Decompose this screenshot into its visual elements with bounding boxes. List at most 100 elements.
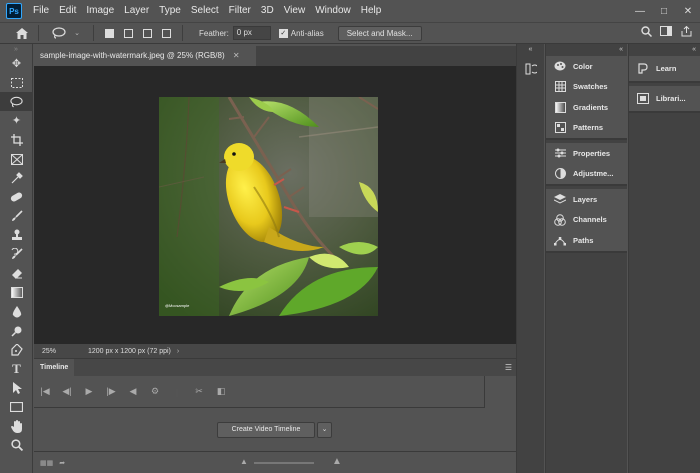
menu-select[interactable]: Select (186, 0, 224, 22)
chevron-down-icon[interactable]: ⌄ (317, 422, 332, 438)
collapse-icon[interactable]: « (546, 44, 627, 56)
panel-swatches[interactable]: Swatches (546, 77, 627, 98)
zoom-slider[interactable] (254, 462, 314, 464)
adjustments-icon (552, 168, 568, 180)
search-icon[interactable] (636, 26, 656, 37)
split-icon[interactable]: ✂ (188, 386, 210, 397)
panel-learn[interactable]: Learn (629, 56, 700, 81)
new-selection-icon[interactable] (105, 28, 114, 38)
document-tab-title: sample-image-with-watermark.jpeg @ 25% (… (40, 51, 225, 60)
anti-alias-checkbox[interactable]: ✓ (278, 28, 288, 38)
frames-icon[interactable]: ▦▦ (40, 459, 53, 467)
brush-icon[interactable] (0, 207, 33, 226)
dodge-icon[interactable] (0, 321, 33, 340)
audio-icon[interactable]: ◀ (122, 386, 144, 397)
channels-icon (552, 213, 568, 226)
menu-edit[interactable]: Edit (54, 0, 81, 22)
subtract-selection-icon[interactable] (143, 28, 152, 38)
intersect-selection-icon[interactable] (162, 28, 171, 38)
zoom-in-icon[interactable]: ▲ (332, 456, 342, 467)
timeline-footer: ▦▦ ➦ ▲ ▲ (34, 451, 516, 473)
chevron-down-icon[interactable]: ⌄ (69, 25, 85, 41)
color-palette-icon (552, 61, 568, 71)
panel-dock-main: « Color Swatches Gradients Patterns Prop… (545, 44, 627, 473)
collapsed-dock: « (516, 44, 544, 473)
previous-frame-icon[interactable]: ◀| (56, 386, 78, 397)
maximize-icon[interactable]: □ (652, 0, 676, 22)
add-selection-icon[interactable] (124, 28, 133, 38)
play-icon[interactable]: ▶ (78, 386, 100, 397)
transition-icon[interactable]: ◧ (210, 386, 232, 397)
panel-properties[interactable]: Properties (546, 143, 627, 164)
lasso-icon[interactable] (0, 92, 33, 112)
panel-group-layers: Layers Channels Paths (546, 189, 627, 253)
menu-3d[interactable]: 3D (256, 0, 279, 22)
tools-panel: » ✥ ✦ T (0, 44, 33, 473)
menu-type[interactable]: Type (154, 0, 186, 22)
workspace-icon[interactable] (656, 26, 676, 37)
home-icon[interactable] (14, 25, 30, 41)
menu-window[interactable]: Window (310, 0, 356, 22)
panel-patterns[interactable]: Patterns (546, 118, 627, 139)
close-tab-icon[interactable]: ✕ (233, 51, 240, 60)
panel-paths[interactable]: Paths (546, 230, 627, 251)
collapse-icon[interactable]: « (629, 44, 700, 56)
zoom-level[interactable]: 25% (42, 348, 88, 355)
panel-channels[interactable]: Channels (546, 210, 627, 231)
gradient-icon[interactable] (0, 283, 33, 302)
settings-icon[interactable]: ⚙ (144, 386, 166, 397)
minimize-icon[interactable]: — (628, 0, 652, 22)
clone-stamp-icon[interactable] (0, 226, 33, 245)
healing-brush-icon[interactable] (0, 188, 33, 207)
status-menu-arrow[interactable]: › (177, 348, 179, 355)
timeline-controls: |◀ ◀| ▶ |▶ ◀ ⚙ | ✂ ◧ (34, 376, 485, 408)
select-and-mask-button[interactable]: Select and Mask... (337, 25, 422, 41)
zoom-out-icon[interactable]: ▲ (240, 457, 248, 466)
type-icon[interactable]: T (0, 360, 33, 379)
rectangle-icon[interactable] (0, 398, 33, 417)
properties-icon (552, 148, 568, 158)
panel-color[interactable]: Color (546, 56, 627, 77)
document-tab[interactable]: sample-image-with-watermark.jpeg @ 25% (… (34, 46, 256, 66)
collapse-icon[interactable]: « (517, 44, 544, 56)
panel-menu-icon[interactable]: ☰ (505, 363, 512, 372)
canvas-area[interactable]: @Mccsample (34, 66, 516, 344)
panel-layers[interactable]: Layers (546, 189, 627, 210)
crop-icon[interactable] (0, 130, 33, 149)
panel-gradients[interactable]: Gradients (546, 97, 627, 118)
timeline-tab[interactable]: Timeline (34, 359, 75, 376)
move-icon[interactable]: ✥ (0, 54, 33, 73)
menu-image[interactable]: Image (81, 0, 119, 22)
panel-adjustments[interactable]: Adjustme... (546, 164, 627, 185)
panel-libraries[interactable]: Librari... (629, 86, 700, 111)
eyedropper-icon[interactable] (0, 169, 33, 188)
first-frame-icon[interactable]: |◀ (34, 386, 56, 397)
path-selection-icon[interactable] (0, 379, 33, 398)
share-icon[interactable] (676, 26, 696, 37)
hand-icon[interactable] (0, 417, 33, 436)
menu-filter[interactable]: Filter (224, 0, 256, 22)
photoshop-logo-icon: Ps (6, 3, 22, 19)
frame-icon[interactable] (0, 149, 33, 168)
tools-grip[interactable]: » (0, 44, 32, 54)
eraser-icon[interactable] (0, 264, 33, 283)
history-brush-icon[interactable] (0, 245, 33, 264)
document-image[interactable]: @Mccsample (159, 97, 378, 316)
menu-file[interactable]: File (28, 0, 54, 22)
close-icon[interactable]: ✕ (676, 0, 700, 22)
marquee-icon[interactable] (0, 73, 33, 92)
patterns-icon (552, 122, 568, 134)
blur-icon[interactable] (0, 302, 33, 321)
pen-icon[interactable] (0, 340, 33, 359)
zoom-icon[interactable] (0, 436, 33, 455)
magic-wand-icon[interactable]: ✦ (0, 111, 33, 130)
next-frame-icon[interactable]: |▶ (100, 386, 122, 397)
history-icon[interactable] (517, 56, 545, 82)
lasso-icon[interactable] (51, 25, 67, 41)
menu-layer[interactable]: Layer (119, 0, 154, 22)
menu-view[interactable]: View (279, 0, 311, 22)
convert-icon[interactable]: ➦ (59, 459, 65, 467)
menu-help[interactable]: Help (356, 0, 387, 22)
feather-input[interactable]: 0 px (232, 26, 271, 40)
create-video-timeline-button[interactable]: Create Video Timeline (217, 422, 315, 438)
